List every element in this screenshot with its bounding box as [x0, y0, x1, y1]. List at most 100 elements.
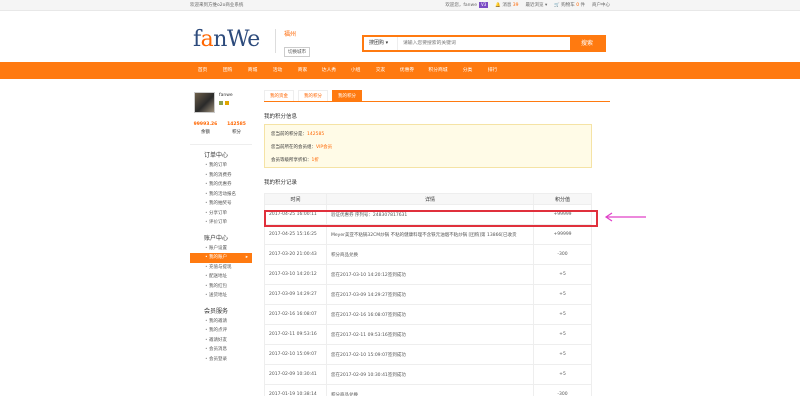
points-label: 积分 [232, 130, 241, 135]
switch-city-button[interactable]: 切换城市 [284, 47, 310, 57]
search-input[interactable] [398, 37, 570, 50]
sidebar-item-my-coupons[interactable]: 我的优惠券 [190, 180, 252, 190]
messages-link[interactable]: 🔔 消息 39 [495, 0, 518, 11]
city-selector: 福州 切换城市 [275, 29, 310, 57]
cart-count: 0 [576, 3, 580, 8]
table-row: 2017-02-10 15:09:07 您在2017-02-10 15:09:07… [264, 344, 592, 365]
sidebar-item-account-settings[interactable]: 账户设置 [190, 244, 252, 254]
table-row: 2017-04-25 16:00:11 验证优惠券 序列号：24830781763… [264, 204, 592, 225]
record-points: +5 [533, 304, 592, 325]
nav-ranking[interactable]: 排行 [480, 62, 505, 79]
nav-coupons[interactable]: 优惠券 [393, 62, 421, 79]
nav-merchants[interactable]: 商家 [290, 62, 315, 79]
sidebar-item-red-packets[interactable]: 我的红包 [190, 282, 252, 292]
nav-talent-show[interactable]: 达人秀 [315, 62, 343, 79]
table-row: 2017-03-10 14:20:12 您在2017-03-10 14:20:12… [264, 264, 592, 285]
sidebar-item-my-lottery[interactable]: 我的抽奖号 [190, 199, 252, 209]
record-points: +5 [533, 324, 592, 345]
username: fanwe [219, 93, 233, 98]
sidebar-item-my-account[interactable]: 我的账户 [190, 253, 252, 263]
points-stat: 142585 积分 [221, 122, 252, 135]
nav-groups[interactable]: 小组 [343, 62, 368, 79]
record-time: 2017-02-16 16:08:07 [264, 304, 327, 325]
sidebar-item-invitations[interactable]: 我的邀请 [190, 317, 252, 327]
search-bar: 搜团购 ▾ 搜索 [362, 35, 606, 52]
sidebar-item-review-orders[interactable]: 评价订单 [190, 218, 252, 228]
main-area: fanwe 99993.26 余额 142585 积分 订单中心 我的订单 我的消费… [190, 88, 610, 396]
cart-unit: 件 [580, 3, 586, 8]
tab-points-2[interactable]: 我的积分 [332, 90, 362, 101]
sidebar-item-share-orders[interactable]: 分享订单 [190, 209, 252, 219]
recent-label: 最近浏览 [525, 3, 544, 8]
table-header-row: 时间 详情 积分值 [264, 193, 592, 205]
content: 我的资金 我的积分 我的积分 我的积分信息 您当前的积分是：142585 您当前… [264, 88, 610, 396]
profile-card: fanwe 99993.26 余额 142585 积分 [190, 88, 252, 144]
sidebar-item-delivery-address[interactable]: 送货地址 [190, 291, 252, 301]
table-row: 2017-03-09 14:29:27 您在2017-03-09 14:29:27… [264, 284, 592, 305]
chevron-down-icon: ▾ [544, 3, 548, 8]
record-time: 2017-03-09 14:29:27 [264, 284, 327, 305]
bell-icon: 🔔 [495, 3, 501, 8]
sidebar-item-reviews[interactable]: 我的点评 [190, 326, 252, 336]
avatar[interactable] [194, 92, 215, 113]
greeting-text: 欢迎您，fanwe [445, 3, 477, 8]
nav-friends[interactable]: 交友 [368, 62, 393, 79]
record-time: 2017-04-25 15:16:25 [264, 224, 327, 245]
sidebar-item-my-orders[interactable]: 我的订单 [190, 161, 252, 171]
user-greeting[interactable]: 欢迎您，fanwe V3 [445, 0, 489, 11]
logo[interactable]: fanWe [193, 27, 260, 52]
table-row: 2017-02-11 09:53:16 您在2017-02-11 09:53:16… [264, 324, 592, 345]
member-group-label: 您当前所在的会员组： [271, 145, 316, 150]
discount-value: 1折 [311, 158, 319, 163]
table-row: 2017-02-09 10:30:41 您在2017-02-09 10:30:41… [264, 364, 592, 385]
table-row: 2017-03-20 21:00:43 积分商品兑换 -300 [264, 244, 592, 265]
column-header-detail: 详情 [326, 193, 534, 205]
level-icon [219, 101, 223, 105]
sidebar: fanwe 99993.26 余额 142585 积分 订单中心 我的订单 我的消费… [190, 88, 252, 396]
record-points: +5 [533, 344, 592, 365]
record-detail: 您在2017-03-09 14:29:27签到成功 [326, 284, 534, 305]
arrow-left-icon [604, 212, 646, 222]
search-button[interactable]: 搜索 [570, 37, 604, 50]
sidebar-item-login[interactable]: 会员登录 [190, 355, 252, 365]
merchant-center-link[interactable]: 商户中心 [592, 0, 610, 11]
sidebar-item-my-events[interactable]: 我的活动报名 [190, 190, 252, 200]
nav-categories[interactable]: 分类 [455, 62, 480, 79]
record-time: 2017-02-09 10:30:41 [264, 364, 327, 385]
sidebar-item-recharge[interactable]: 充值与提现 [190, 263, 252, 273]
record-time: 2017-03-20 21:00:43 [264, 244, 327, 265]
chevron-down-icon: ▾ [385, 40, 389, 46]
record-points: +99999 [533, 224, 592, 245]
column-header-time: 时间 [264, 193, 327, 205]
sidebar-item-my-vouchers[interactable]: 我的消费券 [190, 171, 252, 181]
nav-group-buy[interactable]: 团购 [215, 62, 240, 79]
nav-events[interactable]: 活动 [265, 62, 290, 79]
sidebar-item-invite-friends[interactable]: 邀请好友 [190, 336, 252, 346]
cart-link[interactable]: 🛒 购物车 0 件 [554, 0, 585, 11]
logo-text-left: f [193, 27, 201, 52]
table-row: 2017-02-16 16:08:07 您在2017-02-16 16:08:07… [264, 304, 592, 325]
cart-label: 购物车 [561, 3, 575, 8]
sidebar-item-shipping-address[interactable]: 配送地址 [190, 272, 252, 282]
menu-group-account: 账户中心 [204, 234, 229, 242]
profile-stats: 99993.26 余额 142585 积分 [190, 122, 252, 135]
sidebar-menu: 订单中心 我的订单 我的消费券 我的优惠券 我的活动报名 我的抽奖号 分享订单 … [190, 144, 252, 364]
tab-funds[interactable]: 我的资金 [264, 90, 294, 101]
nav-points-mall[interactable]: 积分商城 [421, 62, 455, 79]
points-records-title: 我的积分记录 [264, 180, 298, 186]
points-info-title: 我的积分信息 [264, 114, 298, 120]
record-time: 2017-04-25 16:00:11 [264, 204, 327, 225]
sidebar-item-messages[interactable]: 会员消息 [190, 345, 252, 355]
record-points: +5 [533, 284, 592, 305]
nav-home[interactable]: 首页 [190, 62, 215, 79]
recent-link[interactable]: 最近浏览 ▾ [526, 0, 548, 11]
tab-points-1[interactable]: 我的积分 [298, 90, 328, 101]
nav-mall[interactable]: 商城 [240, 62, 265, 79]
record-points: -300 [533, 384, 592, 396]
record-points: +5 [533, 364, 592, 385]
record-detail: 您在2017-03-10 14:20:12签到成功 [326, 264, 534, 285]
search-type-dropdown[interactable]: 搜团购 ▾ [364, 37, 398, 50]
menu-group-orders: 订单中心 [204, 152, 229, 159]
vip-badge: V3 [479, 2, 489, 8]
record-detail: 您在2017-02-16 16:08:07签到成功 [326, 304, 534, 325]
